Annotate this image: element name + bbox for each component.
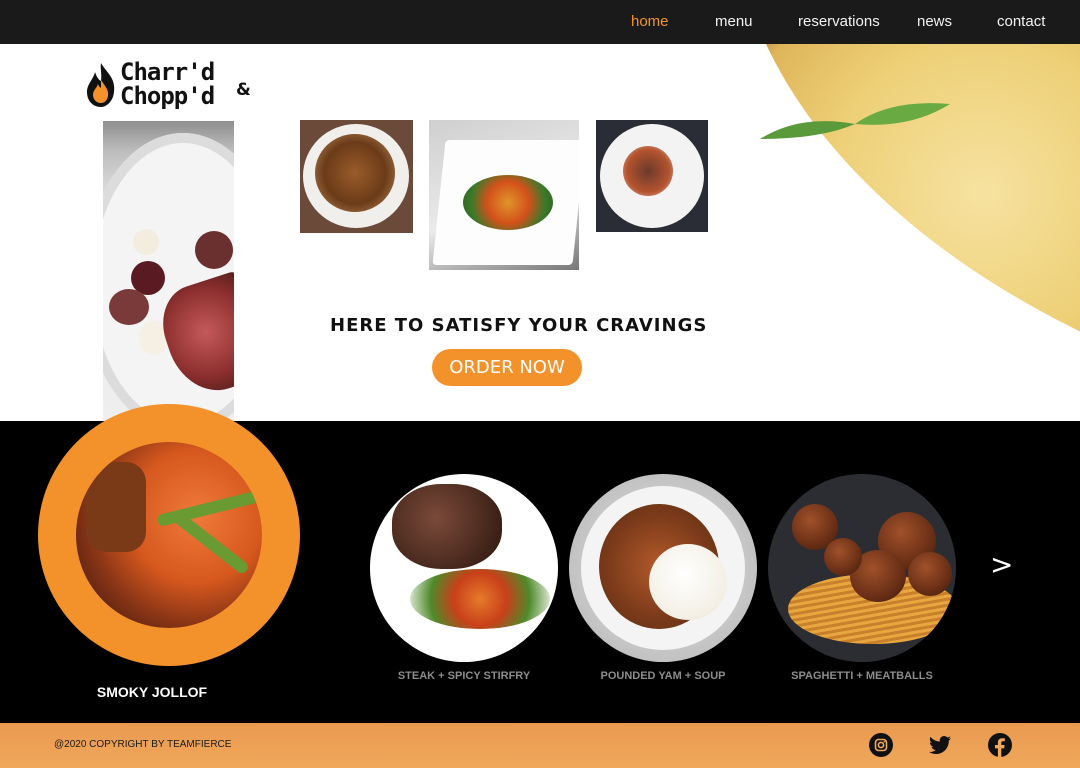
stirfry-thumbnail[interactable] [300,120,413,233]
dish-label-pounded-yam: POUNDED YAM + SOUP [600,670,726,682]
brand-wordmark: Charr'd Chopp'd [120,58,215,110]
dish-card-spaghetti[interactable] [768,474,956,662]
dish-label-spaghetti: SPAGHETTI + MEATBALLS [791,670,933,682]
instagram-icon[interactable] [869,733,893,757]
dish-card-steak[interactable] [370,474,558,662]
twitter-icon[interactable] [928,733,952,757]
steak-plate-photo [103,121,234,421]
footer: @2020 COPYRIGHT BY TEAMFIERCE [0,723,1080,768]
dish-card-pounded-yam[interactable] [569,474,757,662]
order-now-button[interactable]: ORDER NOW [432,349,582,386]
brand-line-1: Charr'd [120,58,215,86]
salad-thumbnail[interactable] [429,120,579,270]
hero-section: Charr'd Chopp'd & HERE TO SATISFY YOUR C… [0,44,1080,421]
flame-icon [87,63,115,107]
nav-reservations[interactable]: reservations [798,13,880,30]
top-nav: home menu reservations news contact [0,0,1080,44]
featured-dish-label: SMOKY JOLLOF [96,684,208,700]
nav-menu[interactable]: menu [715,13,753,30]
brand-logo[interactable]: Charr'd Chopp'd & [84,60,264,116]
fish-thumbnail[interactable] [596,120,708,232]
hero-tagline: HERE TO SATISFY YOUR CRAVINGS [330,315,708,336]
nav-home[interactable]: home [631,13,669,30]
facebook-icon[interactable] [988,733,1012,757]
dish-label-steak: STEAK + SPICY STIRFRY [397,670,531,682]
smoky-jollof-image[interactable] [76,442,262,628]
brand-line-2: Chopp'd [120,82,215,110]
copyright-text: @2020 COPYRIGHT BY TEAMFIERCE [54,739,232,750]
brand-ampersand: & [236,80,251,100]
mint-leaf-garnish [760,103,950,139]
nav-contact[interactable]: contact [997,13,1045,30]
carousel-next-arrow[interactable]: > [990,548,1016,588]
nav-news[interactable]: news [917,13,952,30]
